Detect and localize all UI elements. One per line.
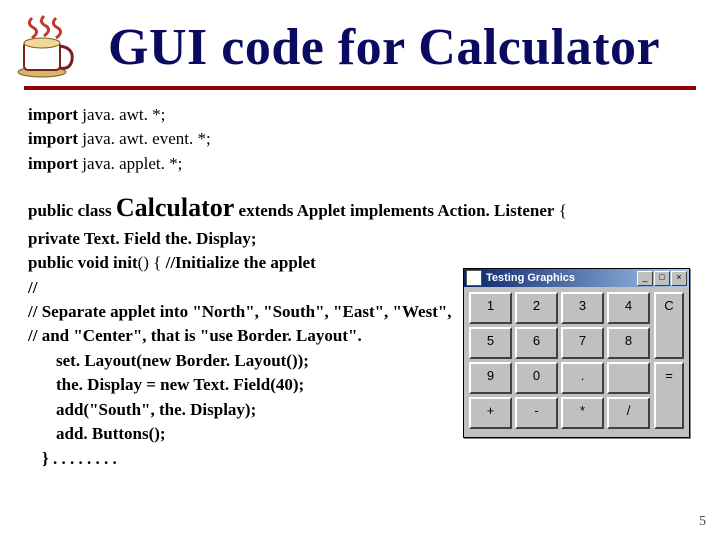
maximize-icon[interactable]: □	[654, 271, 670, 286]
coffee-cup-icon	[10, 10, 80, 80]
calc-key[interactable]: 5	[469, 327, 512, 359]
close-icon[interactable]: ×	[671, 271, 687, 286]
minimize-icon[interactable]: _	[637, 271, 653, 286]
calc-key[interactable]: 6	[515, 327, 558, 359]
calc-key[interactable]: 4	[607, 292, 650, 324]
calc-key[interactable]: 3	[561, 292, 604, 324]
calculator-window: Testing Graphics _ □ × 1 2 3 4 5 6 7 8 9…	[463, 268, 690, 438]
calc-key[interactable]: *	[561, 397, 604, 429]
calc-key[interactable]	[607, 362, 650, 394]
calc-key[interactable]: 7	[561, 327, 604, 359]
calc-key[interactable]: .	[561, 362, 604, 394]
calc-key[interactable]: -	[515, 397, 558, 429]
calc-key[interactable]: 0	[515, 362, 558, 394]
calculator-grid: 1 2 3 4 5 6 7 8 9 0 . + - * /	[469, 292, 650, 429]
calc-key[interactable]: 9	[469, 362, 512, 394]
calc-key[interactable]: /	[607, 397, 650, 429]
equals-button[interactable]: =	[654, 362, 684, 429]
app-icon	[466, 270, 482, 286]
calc-key[interactable]: 2	[515, 292, 558, 324]
slide-title: GUI code for Calculator	[108, 18, 660, 77]
clear-button[interactable]: C	[654, 292, 684, 359]
page-number: 5	[699, 514, 706, 530]
window-title: Testing Graphics	[486, 272, 637, 284]
calc-key[interactable]: 1	[469, 292, 512, 324]
class-declaration: public class Calculator extends Applet i…	[28, 191, 692, 225]
window-titlebar: Testing Graphics _ □ ×	[464, 269, 689, 287]
calc-key[interactable]: +	[469, 397, 512, 429]
calc-key[interactable]: 8	[607, 327, 650, 359]
